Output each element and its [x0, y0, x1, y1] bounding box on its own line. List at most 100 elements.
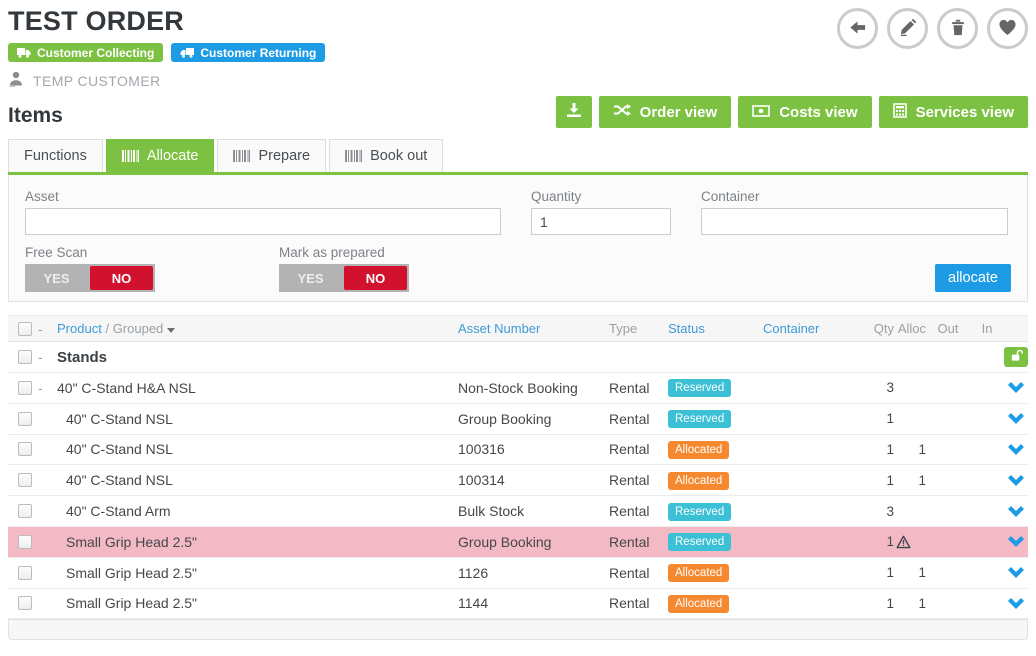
- barcode-icon: [345, 150, 362, 162]
- arrow-left-icon: [848, 18, 867, 40]
- product-name: 40" C-Stand NSL: [52, 472, 450, 488]
- qty-value: 3: [866, 380, 894, 395]
- row-chevron-down-icon[interactable]: [1004, 382, 1028, 393]
- alloc-value: 1: [918, 473, 926, 488]
- item-type: Rental: [601, 441, 663, 457]
- alloc-value: 1: [918, 565, 926, 580]
- tab-allocate[interactable]: Allocate: [106, 139, 215, 172]
- table-row: 40" C-Stand NSL Group Booking Rental Res…: [8, 404, 1028, 435]
- column-header-qty: Qty: [866, 321, 894, 336]
- status-badge: Reserved: [668, 410, 731, 428]
- column-header-grouped[interactable]: Grouped: [113, 321, 164, 336]
- product-name: Small Grip Head 2.5": [52, 595, 450, 611]
- customer-row: TEMP CUSTOMER: [8, 71, 1028, 90]
- table-row: Small Grip Head 2.5" 1144 Rental Allocat…: [8, 589, 1028, 620]
- barcode-icon: [233, 150, 250, 162]
- asset-number: Bulk Stock: [450, 503, 601, 519]
- status-badge: Allocated: [668, 595, 729, 613]
- item-type: Rental: [601, 565, 663, 581]
- product-name: 40" C-Stand H&A NSL: [52, 380, 450, 396]
- group-collapse-control[interactable]: -: [38, 349, 52, 365]
- asset-label: Asset: [25, 189, 501, 204]
- row-expander[interactable]: -: [38, 380, 52, 396]
- item-type: Rental: [601, 503, 663, 519]
- group-checkbox[interactable]: [18, 350, 32, 364]
- alloc-value: 1: [918, 442, 926, 457]
- table-row: Small Grip Head 2.5" 1126 Rental Allocat…: [8, 558, 1028, 589]
- item-type: Rental: [601, 380, 663, 396]
- asset-number: 100316: [450, 441, 601, 457]
- mark-as-prepared-label: Mark as prepared: [279, 245, 409, 260]
- row-checkbox[interactable]: [18, 566, 32, 580]
- delete-button[interactable]: [937, 8, 978, 49]
- alloc-value: 1: [918, 596, 926, 611]
- download-icon: [566, 102, 582, 122]
- qty-value: 1: [866, 565, 894, 580]
- item-type: Rental: [601, 595, 663, 611]
- row-checkbox[interactable]: [18, 473, 32, 487]
- table-row: - 40" C-Stand H&A NSL Non-Stock Booking …: [8, 373, 1028, 404]
- product-name: Small Grip Head 2.5": [52, 534, 450, 550]
- column-header-status[interactable]: Status: [668, 321, 705, 336]
- costs-view-button[interactable]: Costs view: [738, 96, 871, 128]
- back-button[interactable]: [837, 8, 878, 49]
- calculator-icon: [893, 103, 907, 122]
- unlock-button[interactable]: [1004, 347, 1028, 367]
- edit-button[interactable]: [887, 8, 928, 49]
- status-badge: Reserved: [668, 379, 731, 397]
- row-chevron-down-icon[interactable]: [1004, 413, 1028, 424]
- allocate-button[interactable]: allocate: [935, 264, 1011, 292]
- free-scan-label: Free Scan: [25, 245, 279, 260]
- row-chevron-down-icon[interactable]: [1004, 506, 1028, 517]
- asset-input[interactable]: [25, 208, 501, 235]
- qty-value: 1: [866, 442, 894, 457]
- services-view-button[interactable]: Services view: [879, 96, 1028, 128]
- column-header-alloc: Alloc: [894, 321, 926, 336]
- row-chevron-down-icon[interactable]: [1004, 444, 1028, 455]
- row-chevron-down-icon[interactable]: [1004, 536, 1028, 547]
- collapse-all-control[interactable]: -: [38, 321, 52, 337]
- row-checkbox[interactable]: [18, 596, 32, 610]
- row-chevron-down-icon[interactable]: [1004, 598, 1028, 609]
- tab-functions[interactable]: Functions: [8, 139, 103, 172]
- qty-value: 1: [866, 596, 894, 611]
- table-row: 40" C-Stand NSL 100314 Rental Allocated …: [8, 465, 1028, 496]
- free-scan-toggle[interactable]: YES NO: [25, 264, 155, 292]
- item-type: Rental: [601, 534, 663, 550]
- product-name: 40" C-Stand Arm: [52, 503, 450, 519]
- row-checkbox[interactable]: [18, 504, 32, 518]
- quantity-label: Quantity: [531, 189, 671, 204]
- row-chevron-down-icon[interactable]: [1004, 475, 1028, 486]
- items-section-header: Items Order view Costs view Services vie…: [8, 96, 1028, 128]
- asset-number: Non-Stock Booking: [450, 380, 601, 396]
- table-row: Small Grip Head 2.5" Group Booking Renta…: [8, 527, 1028, 558]
- tab-prepare[interactable]: Prepare: [217, 139, 326, 172]
- table-footer: [8, 619, 1028, 640]
- container-input[interactable]: [701, 208, 1008, 235]
- tab-book-out[interactable]: Book out: [329, 139, 443, 172]
- row-checkbox[interactable]: [18, 442, 32, 456]
- column-header-container[interactable]: Container: [763, 321, 819, 336]
- column-header-asset-number[interactable]: Asset Number: [458, 321, 540, 336]
- qty-value: 3: [866, 504, 894, 519]
- row-checkbox[interactable]: [18, 535, 32, 549]
- group-row-stands: - Stands: [8, 342, 1028, 373]
- row-chevron-down-icon[interactable]: [1004, 567, 1028, 578]
- table-row: 40" C-Stand Arm Bulk Stock Rental Reserv…: [8, 496, 1028, 527]
- mark-as-prepared-toggle[interactable]: YES NO: [279, 264, 409, 292]
- product-name: 40" C-Stand NSL: [52, 411, 450, 427]
- customer-name: TEMP CUSTOMER: [33, 73, 161, 89]
- status-badge: Allocated: [668, 441, 729, 459]
- column-header-product[interactable]: Product: [57, 321, 102, 336]
- row-checkbox[interactable]: [18, 381, 32, 395]
- order-view-button[interactable]: Order view: [599, 96, 732, 128]
- download-button[interactable]: [556, 96, 592, 128]
- status-badge-returning: Customer Returning: [171, 43, 325, 62]
- asset-number: Group Booking: [450, 411, 601, 427]
- column-header-out: Out: [926, 321, 970, 336]
- tab-bar: Functions Allocate Prepare Book out: [8, 139, 1028, 175]
- quantity-input[interactable]: [531, 208, 671, 235]
- favorite-button[interactable]: [987, 8, 1028, 49]
- select-all-checkbox[interactable]: [18, 322, 32, 336]
- row-checkbox[interactable]: [18, 412, 32, 426]
